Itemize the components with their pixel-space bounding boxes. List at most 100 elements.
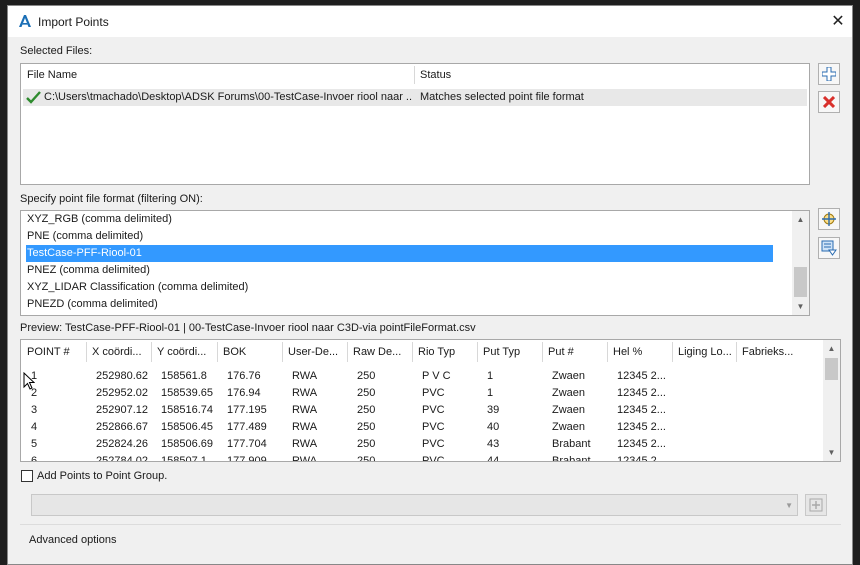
grid-cell: 12345 2... bbox=[617, 387, 666, 399]
grid-cell: RWA bbox=[292, 455, 318, 462]
close-button[interactable]: ✕ bbox=[828, 12, 848, 32]
grid-column-header[interactable]: User-De... bbox=[288, 346, 345, 358]
grid-cell: 6 bbox=[31, 455, 38, 462]
add-file-button[interactable] bbox=[818, 63, 840, 85]
grid-cell: 250 bbox=[357, 370, 376, 382]
grid-cell: RWA bbox=[292, 370, 318, 382]
create-point-group-button[interactable] bbox=[805, 494, 827, 516]
file-row[interactable]: C:\Users\tmachado\Desktop\ADSK Forums\00… bbox=[23, 89, 807, 106]
grid-cell: 177.489 bbox=[227, 421, 267, 433]
grid-cell: 250 bbox=[357, 387, 376, 399]
grid-cell: 1 bbox=[31, 370, 38, 382]
manage-formats-button[interactable] bbox=[818, 237, 840, 259]
grid-cell: P V C bbox=[422, 370, 451, 382]
grid-cell: 250 bbox=[357, 421, 376, 433]
autocad-civil-icon bbox=[19, 15, 31, 27]
grid-cell: RWA bbox=[292, 387, 318, 399]
format-item-selected[interactable]: TestCase-PFF-Riool-01 bbox=[26, 245, 773, 262]
grid-cell: Zwaen bbox=[552, 387, 586, 399]
grid-row[interactable]: 5 252824.26 158506.69 177.704 RWA 250 PVC 43 Bra… bbox=[21, 436, 823, 453]
scrollbar-thumb[interactable] bbox=[794, 267, 807, 297]
divider bbox=[20, 524, 841, 525]
grid-cell: 250 bbox=[357, 438, 376, 450]
grid-cell: PVC bbox=[422, 387, 445, 399]
grid-column-header[interactable]: Fabrieks... bbox=[742, 346, 804, 358]
grid-column-header[interactable]: Rio Typ bbox=[418, 346, 475, 358]
file-name-cell: C:\Users\tmachado\Desktop\ADSK Forums\00… bbox=[44, 91, 412, 103]
edit-format-icon bbox=[822, 212, 836, 226]
preview-grid[interactable]: POINT # X coördi... Y coördi... BOK User-De.… bbox=[20, 339, 841, 462]
format-item[interactable]: PNEZ (comma delimited) bbox=[27, 262, 773, 279]
remove-file-button[interactable] bbox=[818, 91, 840, 113]
import-points-dialog: Import Points ✕ Selected Files: File Nam… bbox=[7, 5, 853, 565]
format-item[interactable]: PNE (comma delimited) bbox=[27, 228, 773, 245]
grid-cell: PVC bbox=[422, 455, 445, 462]
grid-column-header[interactable]: Put Typ bbox=[483, 346, 540, 358]
mouse-cursor-icon bbox=[23, 372, 35, 390]
add-to-point-group-label: Add Points to Point Group. bbox=[37, 470, 168, 482]
point-group-select[interactable]: ▼ bbox=[31, 494, 798, 516]
format-list-scrollbar[interactable]: ▲ ▼ bbox=[792, 211, 809, 315]
grid-cell: 252784.02 bbox=[96, 455, 148, 462]
grid-column-divider[interactable] bbox=[412, 342, 413, 362]
checkmark-icon bbox=[26, 91, 41, 104]
column-header-status[interactable]: Status bbox=[414, 64, 809, 86]
grid-column-divider[interactable] bbox=[282, 342, 283, 362]
grid-cell: 1 bbox=[487, 370, 494, 382]
grid-cell: RWA bbox=[292, 438, 318, 450]
grid-column-divider[interactable] bbox=[542, 342, 543, 362]
grid-column-divider[interactable] bbox=[151, 342, 152, 362]
scroll-up-icon[interactable]: ▲ bbox=[823, 340, 840, 357]
scroll-up-icon[interactable]: ▲ bbox=[792, 211, 809, 228]
scroll-down-icon[interactable]: ▼ bbox=[823, 444, 840, 461]
format-item[interactable]: XYZ_LIDAR Classification (comma delimite… bbox=[27, 279, 773, 296]
grid-cell: 252907.12 bbox=[96, 404, 148, 416]
grid-row[interactable]: 2 252952.02 158539.65 176.94 RWA 250 PVC 1 Zwaen… bbox=[21, 385, 823, 402]
grid-row[interactable]: 1 252980.62 158561.8 176.76 RWA 250 P V C 1 Zwae… bbox=[21, 368, 823, 385]
grid-cell: 39 bbox=[487, 404, 500, 416]
grid-column-header[interactable]: Raw De... bbox=[353, 346, 410, 358]
grid-column-header[interactable]: Put # bbox=[548, 346, 605, 358]
scroll-down-icon[interactable]: ▼ bbox=[792, 298, 809, 315]
grid-column-header[interactable]: Liging Lo... bbox=[678, 346, 734, 358]
grid-cell: 158516.74 bbox=[161, 404, 213, 416]
grid-column-header[interactable]: BOK bbox=[223, 346, 280, 358]
grid-column-header[interactable]: Y coördi... bbox=[157, 346, 215, 358]
add-to-point-group-checkbox[interactable] bbox=[21, 470, 33, 482]
preview-scrollbar[interactable]: ▲ ▼ bbox=[823, 340, 840, 461]
grid-column-divider[interactable] bbox=[672, 342, 673, 362]
grid-cell: Brabant bbox=[552, 438, 591, 450]
grid-column-divider[interactable] bbox=[736, 342, 737, 362]
grid-cell: 158507.1 bbox=[161, 455, 207, 462]
format-item[interactable]: XYZ_RGB (comma delimited) bbox=[27, 211, 773, 228]
plus-icon bbox=[822, 67, 836, 81]
point-file-format-list[interactable]: XYZ_RGB (comma delimited) PNE (comma del… bbox=[20, 210, 810, 316]
grid-column-divider[interactable] bbox=[607, 342, 608, 362]
grid-cell: 43 bbox=[487, 438, 500, 450]
grid-row[interactable]: 4 252866.67 158506.45 177.489 RWA 250 PVC 40 Zwa… bbox=[21, 419, 823, 436]
grid-cell: 158539.65 bbox=[161, 387, 213, 399]
grid-cell: 177.909 bbox=[227, 455, 267, 462]
grid-column-header[interactable]: Hel % bbox=[613, 346, 670, 358]
grid-column-header[interactable]: POINT # bbox=[27, 346, 84, 358]
grid-column-divider[interactable] bbox=[86, 342, 87, 362]
edit-format-button[interactable] bbox=[818, 208, 840, 230]
column-header-file-name[interactable]: File Name bbox=[21, 64, 414, 86]
title-bar: Import Points ✕ bbox=[8, 6, 852, 37]
grid-cell: 40 bbox=[487, 421, 500, 433]
grid-cell: 158506.69 bbox=[161, 438, 213, 450]
grid-cell: Brabant bbox=[552, 455, 591, 462]
grid-cell: 252824.26 bbox=[96, 438, 148, 450]
grid-row[interactable]: 3 252907.12 158516.74 177.195 RWA 250 PVC 39 Zwa… bbox=[21, 402, 823, 419]
close-icon: ✕ bbox=[831, 13, 845, 30]
grid-cell: Zwaen bbox=[552, 421, 586, 433]
format-item[interactable]: PNEZD (comma delimited) bbox=[27, 296, 773, 313]
selected-files-list[interactable]: File Name Status C:\Users\tmachado\Deskt… bbox=[20, 63, 810, 185]
grid-row[interactable]: 6 252784.02 158507.1 177.909 RWA 250 PVC 44 Brab… bbox=[21, 453, 823, 462]
grid-cell: 12345 2... bbox=[617, 404, 666, 416]
grid-column-divider[interactable] bbox=[477, 342, 478, 362]
scrollbar-thumb[interactable] bbox=[825, 358, 838, 380]
grid-column-divider[interactable] bbox=[217, 342, 218, 362]
grid-column-header[interactable]: X coördi... bbox=[92, 346, 149, 358]
grid-column-divider[interactable] bbox=[347, 342, 348, 362]
